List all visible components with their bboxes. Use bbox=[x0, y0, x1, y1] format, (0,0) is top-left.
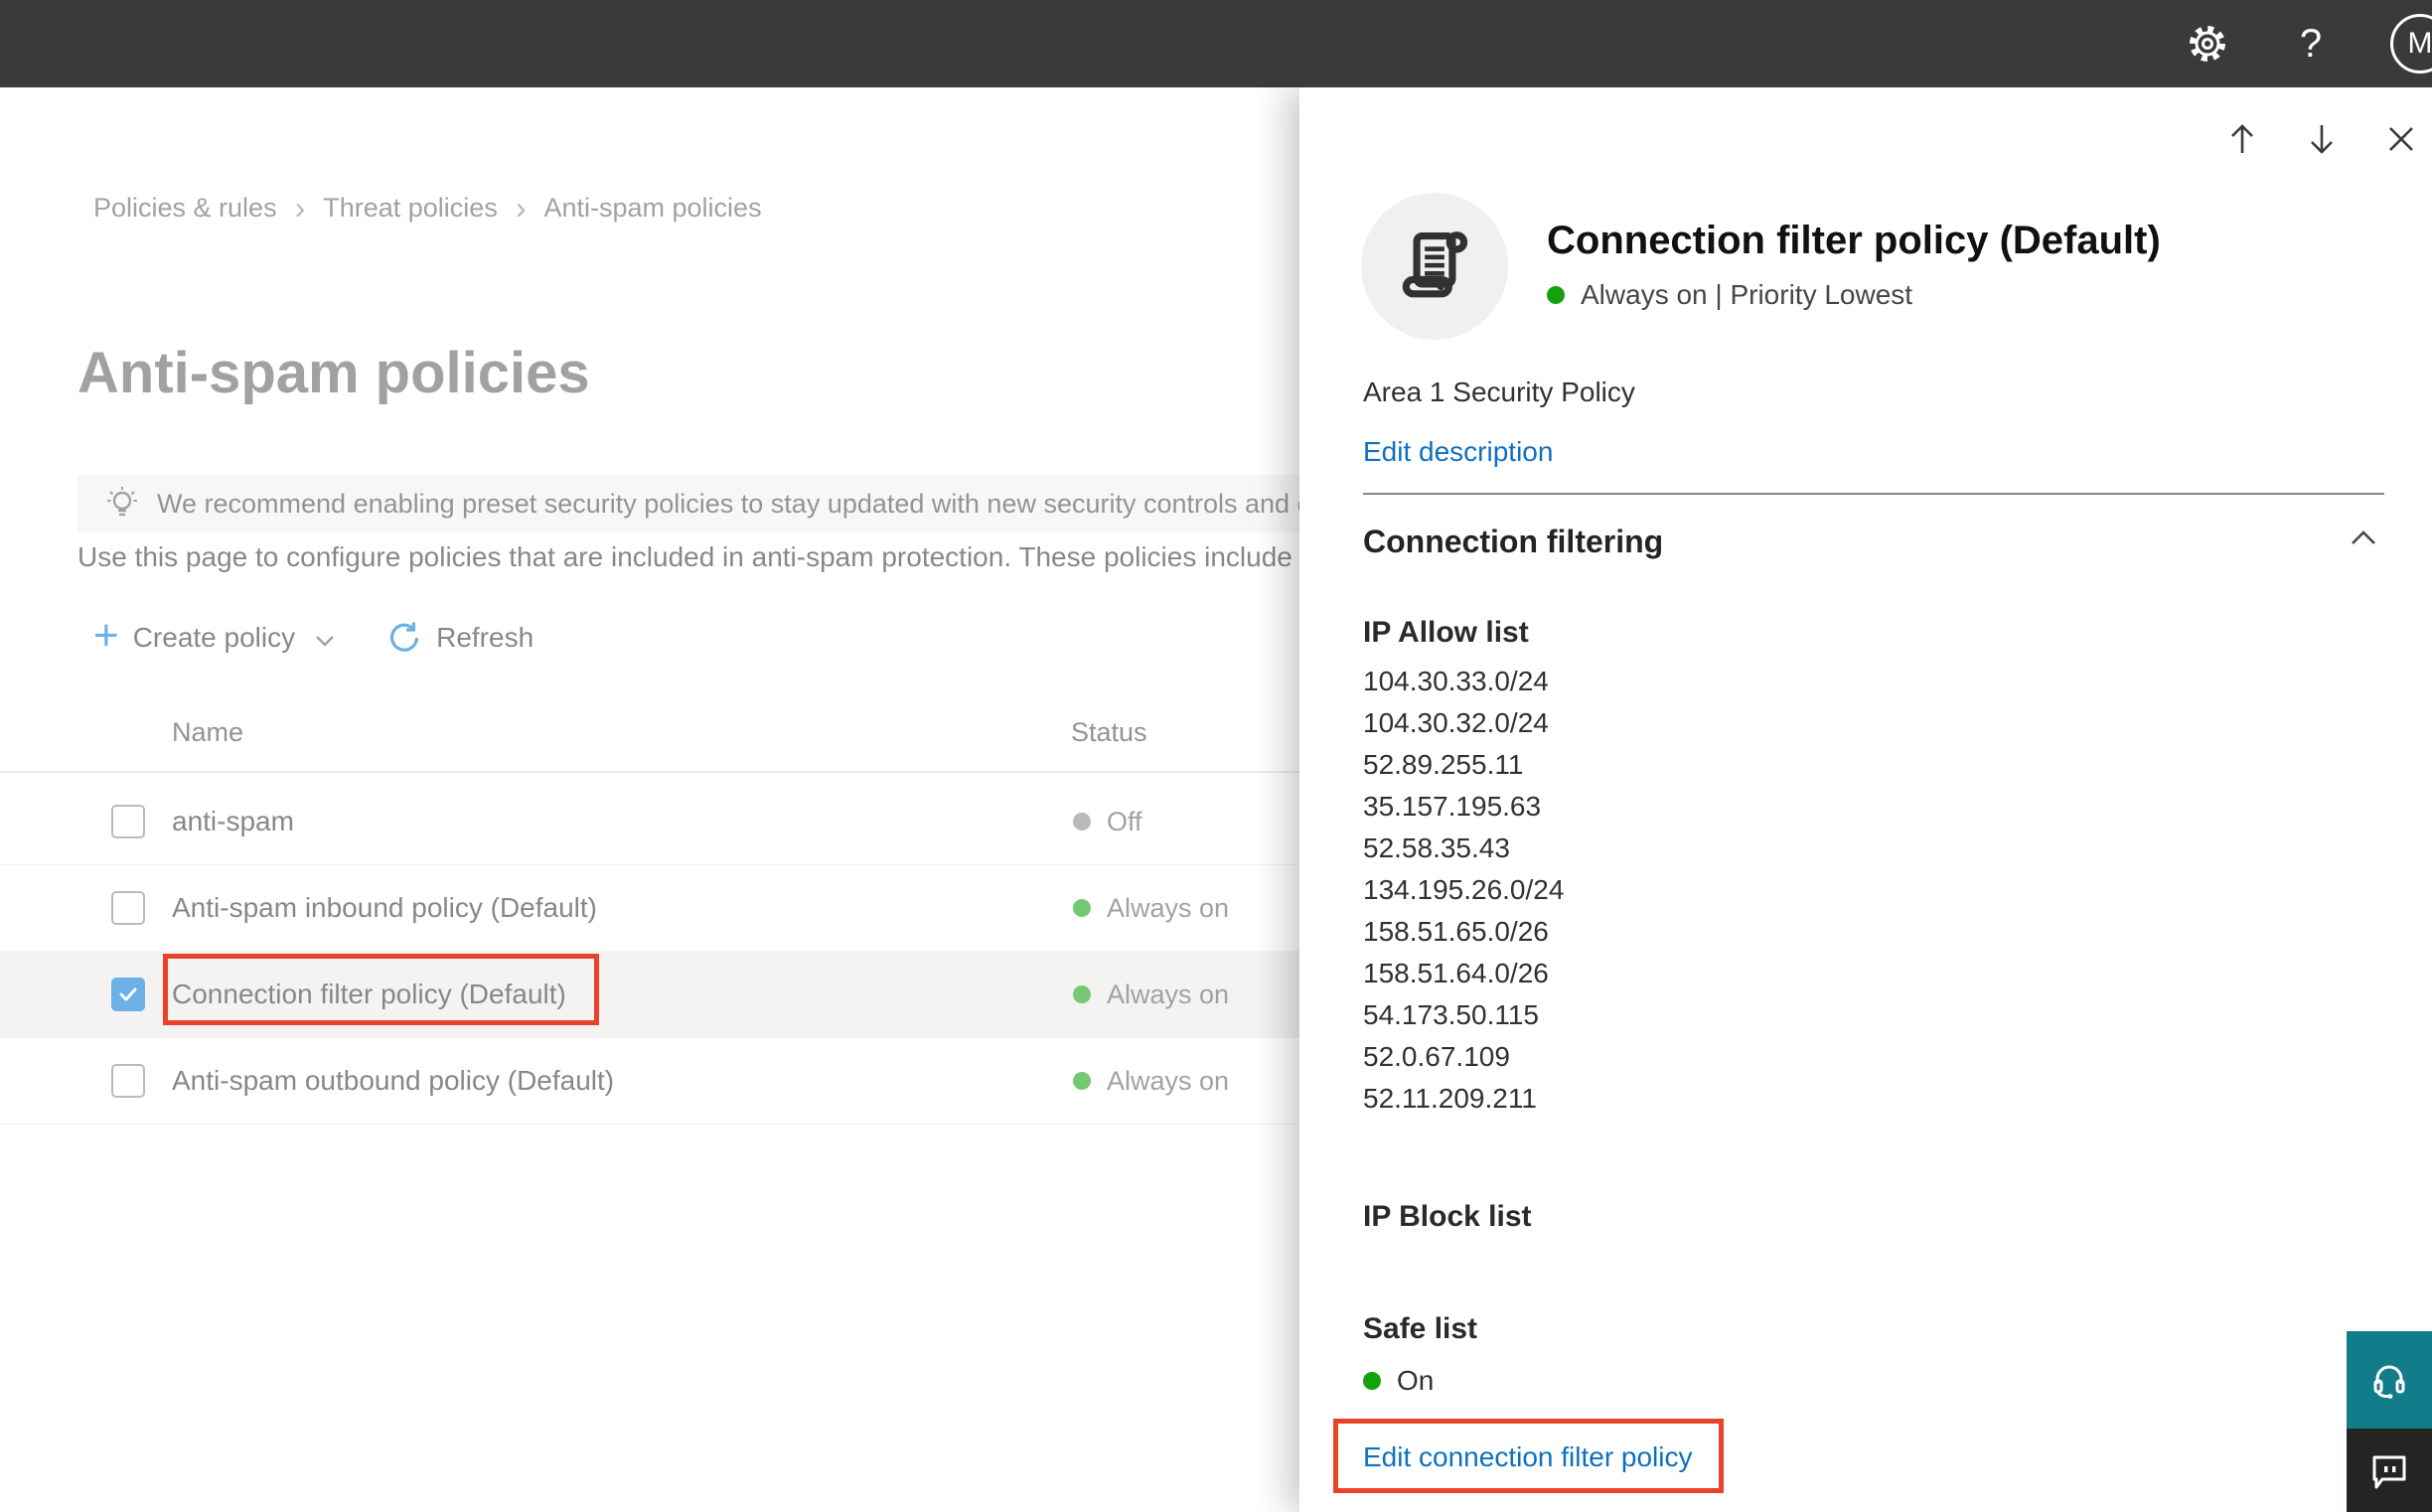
status-badge: Off bbox=[1073, 807, 1142, 837]
status-badge: Always on bbox=[1073, 1066, 1229, 1097]
row-checkbox[interactable] bbox=[111, 805, 145, 838]
section-title-connection-filtering: Connection filtering bbox=[1363, 524, 1664, 559]
checkmark-icon bbox=[119, 987, 137, 1001]
ip-entry: 52.58.35.43 bbox=[1363, 832, 1510, 863]
arrow-up-icon bbox=[2231, 124, 2253, 153]
ip-entry: 35.157.195.63 bbox=[1363, 791, 1542, 822]
ip-allow-list: 104.30.33.0/24 104.30.32.0/24 52.89.255.… bbox=[1363, 661, 1564, 1120]
banner-text: We recommend enabling preset security po… bbox=[157, 488, 1299, 519]
ip-entry: 52.89.255.11 bbox=[1363, 749, 1524, 780]
safe-list-status-label: On bbox=[1397, 1365, 1435, 1396]
main-content: Policies & rules › Threat policies › Ant… bbox=[0, 87, 1299, 1512]
app-window: ? M Policies & rules › Threat policies ›… bbox=[0, 0, 2432, 1512]
create-policy-button[interactable]: + Create policy bbox=[93, 614, 335, 658]
status-label: Always on bbox=[1107, 892, 1230, 923]
breadcrumb-anti-spam-policies[interactable]: Anti-spam policies bbox=[543, 193, 761, 224]
row-checkbox-checked[interactable] bbox=[111, 978, 145, 1011]
policy-description: Area 1 Security Policy bbox=[1363, 377, 1635, 407]
policy-name[interactable]: Anti-spam outbound policy (Default) bbox=[172, 1065, 614, 1097]
ip-entry: 104.30.32.0/24 bbox=[1363, 707, 1549, 738]
collapse-section-button[interactable] bbox=[2351, 529, 2376, 550]
policies-table: Name Status anti-spam Off Anti-spam inbo… bbox=[0, 707, 1299, 1125]
column-header-status: Status bbox=[1071, 716, 1147, 747]
status-label: Always on bbox=[1107, 979, 1230, 1009]
next-item-button[interactable] bbox=[2305, 122, 2339, 156]
avatar-initial: M bbox=[2407, 27, 2432, 60]
close-icon bbox=[2389, 127, 2413, 151]
support-button[interactable] bbox=[2347, 1331, 2432, 1429]
status-dot-off bbox=[1073, 813, 1091, 831]
ip-entry: 158.51.64.0/26 bbox=[1363, 958, 1549, 988]
toolbar: + Create policy Refresh bbox=[93, 614, 533, 662]
help-button[interactable]: ? bbox=[2287, 20, 2335, 68]
plus-icon: + bbox=[93, 611, 119, 660]
close-flyout-button[interactable] bbox=[2384, 122, 2418, 156]
policy-name[interactable]: anti-spam bbox=[172, 806, 294, 837]
page-description: Use this page to configure policies that… bbox=[77, 541, 1292, 572]
breadcrumb-policies-rules[interactable]: Policies & rules bbox=[93, 193, 277, 224]
chevron-down-icon bbox=[316, 636, 334, 647]
edit-connection-filter-policy-link[interactable]: Edit connection filter policy bbox=[1363, 1440, 1693, 1474]
safe-list-title: Safe list bbox=[1363, 1312, 1478, 1345]
gear-icon bbox=[2190, 26, 2225, 62]
policy-name[interactable]: Connection filter policy (Default) bbox=[172, 979, 566, 1010]
page-title: Anti-spam policies bbox=[77, 341, 590, 405]
status-badge: Always on bbox=[1073, 893, 1229, 924]
status-label: Off bbox=[1107, 806, 1142, 836]
ip-entry: 52.0.67.109 bbox=[1363, 1041, 1510, 1072]
status-label: Always on bbox=[1107, 1065, 1230, 1096]
edit-description-link[interactable]: Edit description bbox=[1363, 435, 1553, 469]
recommendation-banner: We recommend enabling preset security po… bbox=[77, 475, 1299, 532]
policy-avatar bbox=[1361, 193, 1508, 340]
status-dot-on bbox=[1547, 286, 1565, 304]
ip-entry: 54.173.50.115 bbox=[1363, 999, 1539, 1030]
refresh-label: Refresh bbox=[436, 622, 534, 653]
status-dot-on bbox=[1073, 1072, 1091, 1090]
scroll-policy-icon bbox=[1402, 231, 1468, 298]
table-row[interactable]: Anti-spam inbound policy (Default) Alway… bbox=[0, 865, 1299, 952]
help-icon: ? bbox=[2299, 21, 2323, 66]
ip-entry: 52.11.209.211 bbox=[1363, 1083, 1537, 1114]
breadcrumb-threat-policies[interactable]: Threat policies bbox=[323, 193, 498, 224]
divider bbox=[1363, 493, 2384, 495]
column-header-name: Name bbox=[172, 716, 244, 747]
table-row[interactable]: anti-spam Off bbox=[0, 779, 1299, 865]
safe-list-status: On bbox=[1363, 1364, 1434, 1398]
table-header: Name Status bbox=[0, 707, 1299, 757]
breadcrumb-separator-icon: › bbox=[294, 190, 306, 226]
status-dot-on bbox=[1363, 1372, 1381, 1390]
row-checkbox[interactable] bbox=[111, 1064, 145, 1098]
arrow-down-icon bbox=[2311, 125, 2333, 154]
ip-entry: 104.30.33.0/24 bbox=[1363, 666, 1549, 696]
breadcrumb-separator-icon: › bbox=[515, 190, 527, 226]
create-policy-label: Create policy bbox=[132, 622, 296, 653]
previous-item-button[interactable] bbox=[2225, 122, 2259, 156]
chevron-up-icon bbox=[2352, 530, 2375, 544]
status-badge: Always on bbox=[1073, 980, 1229, 1010]
headset-icon bbox=[2373, 1365, 2405, 1399]
policy-details-flyout: Connection filter policy (Default) Alway… bbox=[1299, 87, 2432, 1512]
feedback-chat-icon bbox=[2372, 1455, 2406, 1489]
ip-block-list-title: IP Block list bbox=[1363, 1200, 1532, 1233]
table-row-selected[interactable]: Connection filter policy (Default) Alway… bbox=[0, 952, 1299, 1038]
status-dot-on bbox=[1073, 899, 1091, 917]
row-checkbox[interactable] bbox=[111, 891, 145, 925]
ip-allow-list-title: IP Allow list bbox=[1363, 616, 1529, 649]
flyout-status-line: Always on | Priority Lowest bbox=[1547, 278, 1912, 312]
refresh-button[interactable]: Refresh bbox=[386, 620, 533, 656]
account-avatar[interactable]: M bbox=[2390, 14, 2432, 74]
ip-entry: 134.195.26.0/24 bbox=[1363, 874, 1565, 905]
feedback-button[interactable] bbox=[2347, 1429, 2432, 1512]
lightbulb-icon bbox=[107, 487, 137, 517]
ip-entry: 158.51.65.0/26 bbox=[1363, 916, 1549, 947]
policy-name[interactable]: Anti-spam inbound policy (Default) bbox=[172, 892, 597, 924]
flyout-status-text: Always on | Priority Lowest bbox=[1581, 279, 1913, 310]
flyout-title: Connection filter policy (Default) bbox=[1547, 219, 2161, 262]
top-bar: ? M bbox=[0, 0, 2432, 87]
table-row[interactable]: Anti-spam outbound policy (Default) Alwa… bbox=[0, 1038, 1299, 1125]
settings-button[interactable] bbox=[2184, 20, 2231, 68]
breadcrumb: Policies & rules › Threat policies › Ant… bbox=[93, 191, 762, 225]
refresh-icon bbox=[390, 622, 419, 652]
status-dot-on bbox=[1073, 985, 1091, 1003]
